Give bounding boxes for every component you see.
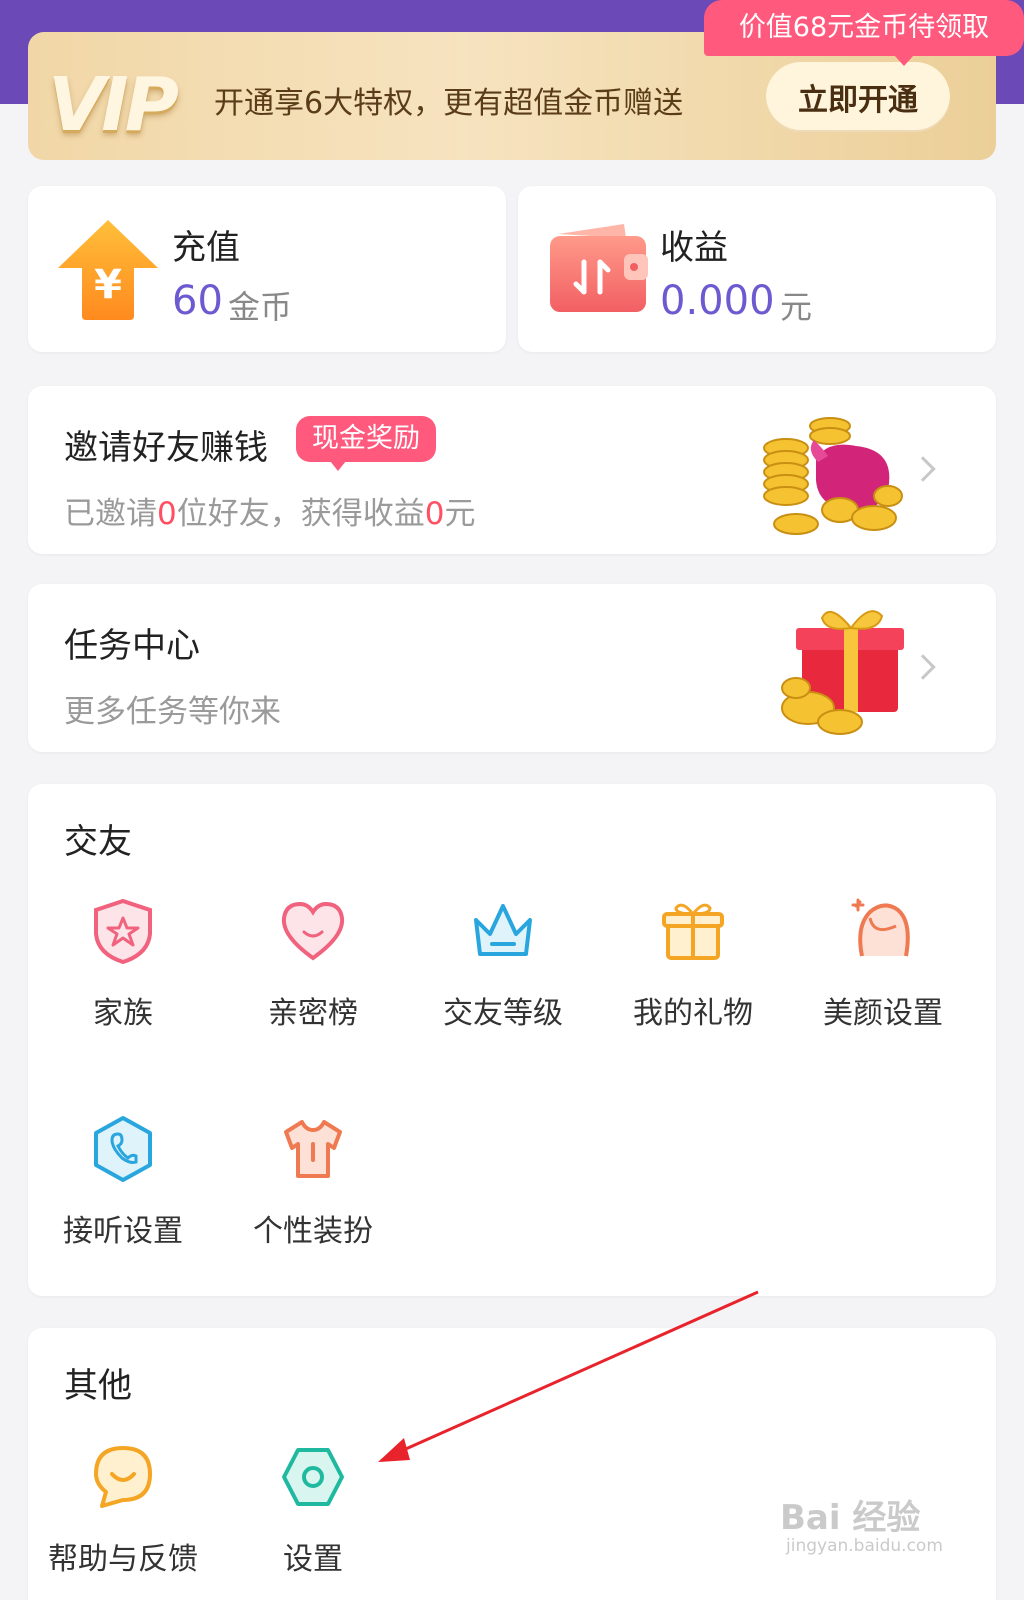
invite-income-value: 0 xyxy=(424,496,445,532)
social-item-label: 交友等级 xyxy=(443,996,563,1031)
wallet-icon xyxy=(550,224,648,312)
earnings-title: 收益 xyxy=(660,228,728,268)
chat-smile-icon xyxy=(94,1446,152,1508)
baidu-watermark-url: jingyan.baidu.com xyxy=(786,1536,943,1556)
invite-chevron-icon xyxy=(910,456,936,482)
task-center-chevron-icon xyxy=(910,654,936,680)
other-item-label: 设置 xyxy=(283,1542,343,1577)
gift-icon xyxy=(662,903,724,960)
social-item-label: 美颜设置 xyxy=(823,996,943,1031)
social-item-my-gifts[interactable]: 我的礼物 xyxy=(598,896,788,1046)
vip-logo: VIP xyxy=(48,62,179,148)
baidu-watermark: Bai 经验 xyxy=(780,1498,921,1538)
vip-open-button[interactable]: 立即开通 xyxy=(766,62,950,132)
social-item-family[interactable]: 家族 xyxy=(28,896,218,1046)
social-section-title: 交友 xyxy=(64,822,132,862)
social-item-label: 亲密榜 xyxy=(268,996,358,1031)
invite-summary: 已邀请0位好友，获得收益0元 xyxy=(64,488,475,533)
coin-bag-icon xyxy=(763,417,903,535)
social-item-friend-level[interactable]: 交友等级 xyxy=(408,896,598,1046)
invited-friends-count: 0 xyxy=(157,496,177,532)
other-section-title: 其他 xyxy=(64,1366,132,1406)
svg-text:¥: ¥ xyxy=(94,262,122,308)
shirt-icon xyxy=(284,1120,342,1178)
other-item-label: 帮助与反馈 xyxy=(48,1542,198,1577)
task-center-subtitle: 更多任务等你来 xyxy=(64,694,281,730)
gift-box-coins-icon xyxy=(781,610,904,735)
social-item-label: 我的礼物 xyxy=(633,996,753,1031)
recharge-card[interactable]: ¥ 充值 60 金币 xyxy=(28,186,506,352)
family-shield-icon xyxy=(94,898,152,965)
earnings-unit: 元 xyxy=(780,288,813,326)
vip-banner[interactable]: VIP 开通享6大特权，更有超值金币赠送 立即开通 价值68元金币待领取 xyxy=(28,0,1024,160)
social-section: 交友 家族 亲密榜 交友等级 我的礼物 美颜设置 接听设置 个性装扮 xyxy=(28,784,996,1296)
social-item-label: 接听设置 xyxy=(63,1214,183,1249)
task-center-card[interactable]: 任务中心 更多任务等你来 xyxy=(28,584,996,752)
coin-upload-icon: ¥ xyxy=(58,220,158,320)
social-item-beauty-settings[interactable]: 美颜设置 xyxy=(788,896,978,1046)
other-item-help-feedback[interactable]: 帮助与反馈 xyxy=(28,1442,218,1592)
earnings-value: 0.000 xyxy=(660,278,775,324)
recharge-title: 充值 xyxy=(172,228,240,268)
vip-promo-text: 开通享6大特权，更有超值金币赠送 xyxy=(214,86,684,121)
phone-hexagon-icon xyxy=(94,1116,152,1182)
settings-hexagon-icon xyxy=(282,1448,344,1506)
invite-summary-prefix: 已邀请 xyxy=(64,496,157,532)
social-item-personal-dress[interactable]: 个性装扮 xyxy=(218,1114,408,1264)
task-center-title: 任务中心 xyxy=(64,626,200,666)
invite-friends-card[interactable]: 邀请好友赚钱 现金奖励 已邀请0位好友，获得收益0元 xyxy=(28,386,996,554)
crown-icon xyxy=(474,904,532,956)
social-item-label: 个性装扮 xyxy=(253,1214,373,1249)
annotation-arrow xyxy=(378,1290,759,1462)
recharge-unit: 金币 xyxy=(228,288,293,326)
heart-icon xyxy=(281,901,345,961)
cash-reward-badge: 现金奖励 xyxy=(296,416,436,471)
invite-title: 邀请好友赚钱 xyxy=(64,428,268,468)
beauty-face-icon xyxy=(851,898,910,957)
social-item-answer-settings[interactable]: 接听设置 xyxy=(28,1114,218,1264)
vip-coin-tag: 价值68元金币待领取 xyxy=(704,0,1024,66)
recharge-value: 60 xyxy=(172,278,223,324)
social-item-intimacy-ranking[interactable]: 亲密榜 xyxy=(218,896,408,1046)
invite-summary-middle: 位好友，获得收益 xyxy=(176,496,425,532)
earnings-card[interactable]: 收益 0.000 元 xyxy=(518,186,996,352)
social-item-label: 家族 xyxy=(93,996,153,1031)
invite-summary-suffix: 元 xyxy=(444,496,476,532)
